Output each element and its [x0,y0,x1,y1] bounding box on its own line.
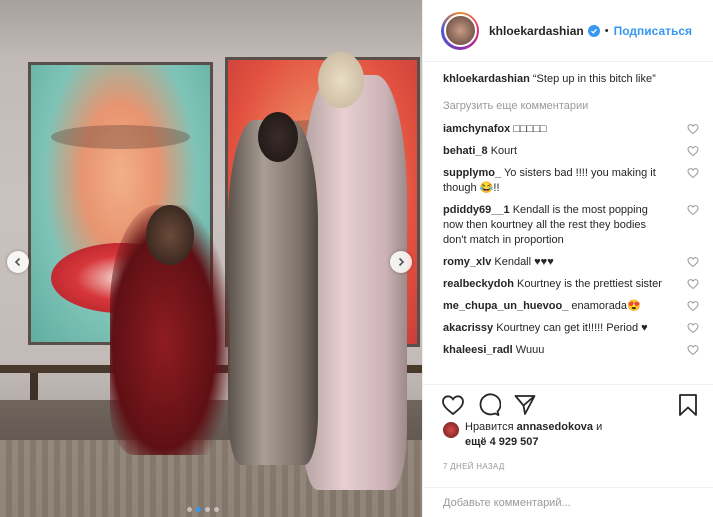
comment-text: behati_8 Kourt [443,144,668,159]
add-comment-input[interactable] [443,496,683,509]
carousel-dot[interactable] [214,507,219,512]
comment-like-heart-icon[interactable] [687,322,699,334]
comment-username[interactable]: me_chupa_un_huevoo_ [443,300,568,312]
comment-row: romy_xlv Kendall ♥♥♥ [443,255,705,270]
comment-body: Kourt [490,145,517,157]
likes-prefix: Нравится [465,421,514,433]
add-comment-bar [423,487,713,517]
caption-username[interactable]: khloekardashian [443,73,530,85]
comment-row: me_chupa_un_huevoo_ enamorada😍 [443,299,705,314]
painting-eyes [51,125,190,149]
carousel-dot[interactable] [205,507,210,512]
comment-username[interactable]: khaleesi_radl [443,344,513,356]
comment-like-heart-icon[interactable] [687,256,699,268]
likes-and: и [596,421,603,433]
action-bar [423,384,713,417]
comment-username[interactable]: pdiddy69__1 [443,204,510,216]
person-center-head [258,112,298,162]
comment-text: supplymo_ Yo sisters bad !!!! you making… [443,166,668,196]
comment-text: romy_xlv Kendall ♥♥♥ [443,255,668,270]
verified-badge-icon [587,24,600,37]
comment-row: khaleesi_radl Wuuu [443,343,705,358]
post-header: khloekardashian • Подписаться [423,0,713,62]
comment-like-heart-icon[interactable] [687,204,699,216]
comment-text: khaleesi_radl Wuuu [443,343,668,358]
comment-text: me_chupa_un_huevoo_ enamorada😍 [443,299,668,314]
comment-container: iamchynafox □□□□□ behati_8 Kourt supplymo_… [443,122,705,358]
comment-body: Kendall ♥♥♥ [494,256,554,268]
comment-body: Kourtney can get it!!!!! Period ♥ [496,322,648,334]
comment-row: behati_8 Kourt [443,144,705,159]
comment-username[interactable]: akacrissy [443,322,493,334]
person-center [228,120,318,465]
comment-row: pdiddy69__1 Kendall is the most popping … [443,203,705,248]
comment-like-heart-icon[interactable] [687,278,699,290]
liker-avatar[interactable] [443,422,459,438]
comment-like-heart-icon[interactable] [687,167,699,179]
likes-text: Нравится annasedokova и ещё 4 929 507 [465,420,665,450]
likes-summary: Нравится annasedokova и ещё 4 929 507 [443,420,665,450]
comment-username[interactable]: iamchynafox [443,123,510,135]
comment-row: supplymo_ Yo sisters bad !!!! you making… [443,166,705,196]
avatar[interactable] [441,11,479,50]
likes-count-button[interactable]: ещё 4 929 507 [465,436,539,448]
follow-button[interactable]: Подписаться [614,24,692,38]
chevron-right-icon [398,257,405,267]
carousel-prev-button[interactable] [7,251,29,273]
carousel-dot[interactable] [187,507,192,512]
comment-text: akacrissy Kourtney can get it!!!!! Perio… [443,321,668,336]
person-left-head [146,205,194,265]
comment-like-heart-icon[interactable] [687,123,699,135]
comment-icon[interactable] [477,393,501,417]
comment-body: Kourtney is the prettiest sister [516,278,662,290]
carousel-dots [187,507,219,512]
chevron-left-icon [14,257,21,267]
author-username[interactable]: khloekardashian [489,24,584,38]
comment-row: iamchynafox □□□□□ [443,122,705,137]
carousel-next-button[interactable] [390,251,412,273]
comment-like-heart-icon[interactable] [687,300,699,312]
liker-username[interactable]: annasedokova [517,421,593,433]
person-right-head [318,52,364,108]
comment-body: □□□□□ [513,123,547,135]
comment-username[interactable]: behati_8 [443,145,488,157]
comments-list[interactable]: khloekardashian “Step up in this bitch l… [443,72,705,384]
comment-text: iamchynafox □□□□□ [443,122,668,137]
caption-text: “Step up in this bitch like” [532,73,656,85]
comment-like-heart-icon[interactable] [687,344,699,356]
post-side-panel: khloekardashian • Подписаться khloekarda… [422,0,713,517]
avatar-image [443,14,477,47]
load-more-comments-button[interactable]: Загрузить еще комментарии [443,100,705,112]
comment-row: akacrissy Kourtney can get it!!!!! Perio… [443,321,705,336]
share-icon[interactable] [513,393,537,417]
heart-icon[interactable] [441,393,465,417]
post-timestamp[interactable]: 7 ДНЕЙ НАЗАД [443,462,505,471]
comment-username[interactable]: supplymo_ [443,167,501,179]
comment-username[interactable]: realbeckydoh [443,278,514,290]
comment-text: pdiddy69__1 Kendall is the most popping … [443,203,668,248]
comment-body: enamorada😍 [571,300,641,312]
carousel-dot-active[interactable] [196,507,201,512]
comment-text: realbeckydoh Kourtney is the prettiest s… [443,277,668,292]
comment-like-heart-icon[interactable] [687,145,699,157]
post-photo[interactable] [0,0,422,517]
wall-shadow [0,0,422,60]
comment-row: realbeckydoh Kourtney is the prettiest s… [443,277,705,292]
separator: • [604,24,609,37]
bookmark-icon[interactable] [676,393,700,417]
caption: khloekardashian “Step up in this bitch l… [443,72,705,87]
comment-username[interactable]: romy_xlv [443,256,491,268]
comment-body: Wuuu [515,344,545,356]
